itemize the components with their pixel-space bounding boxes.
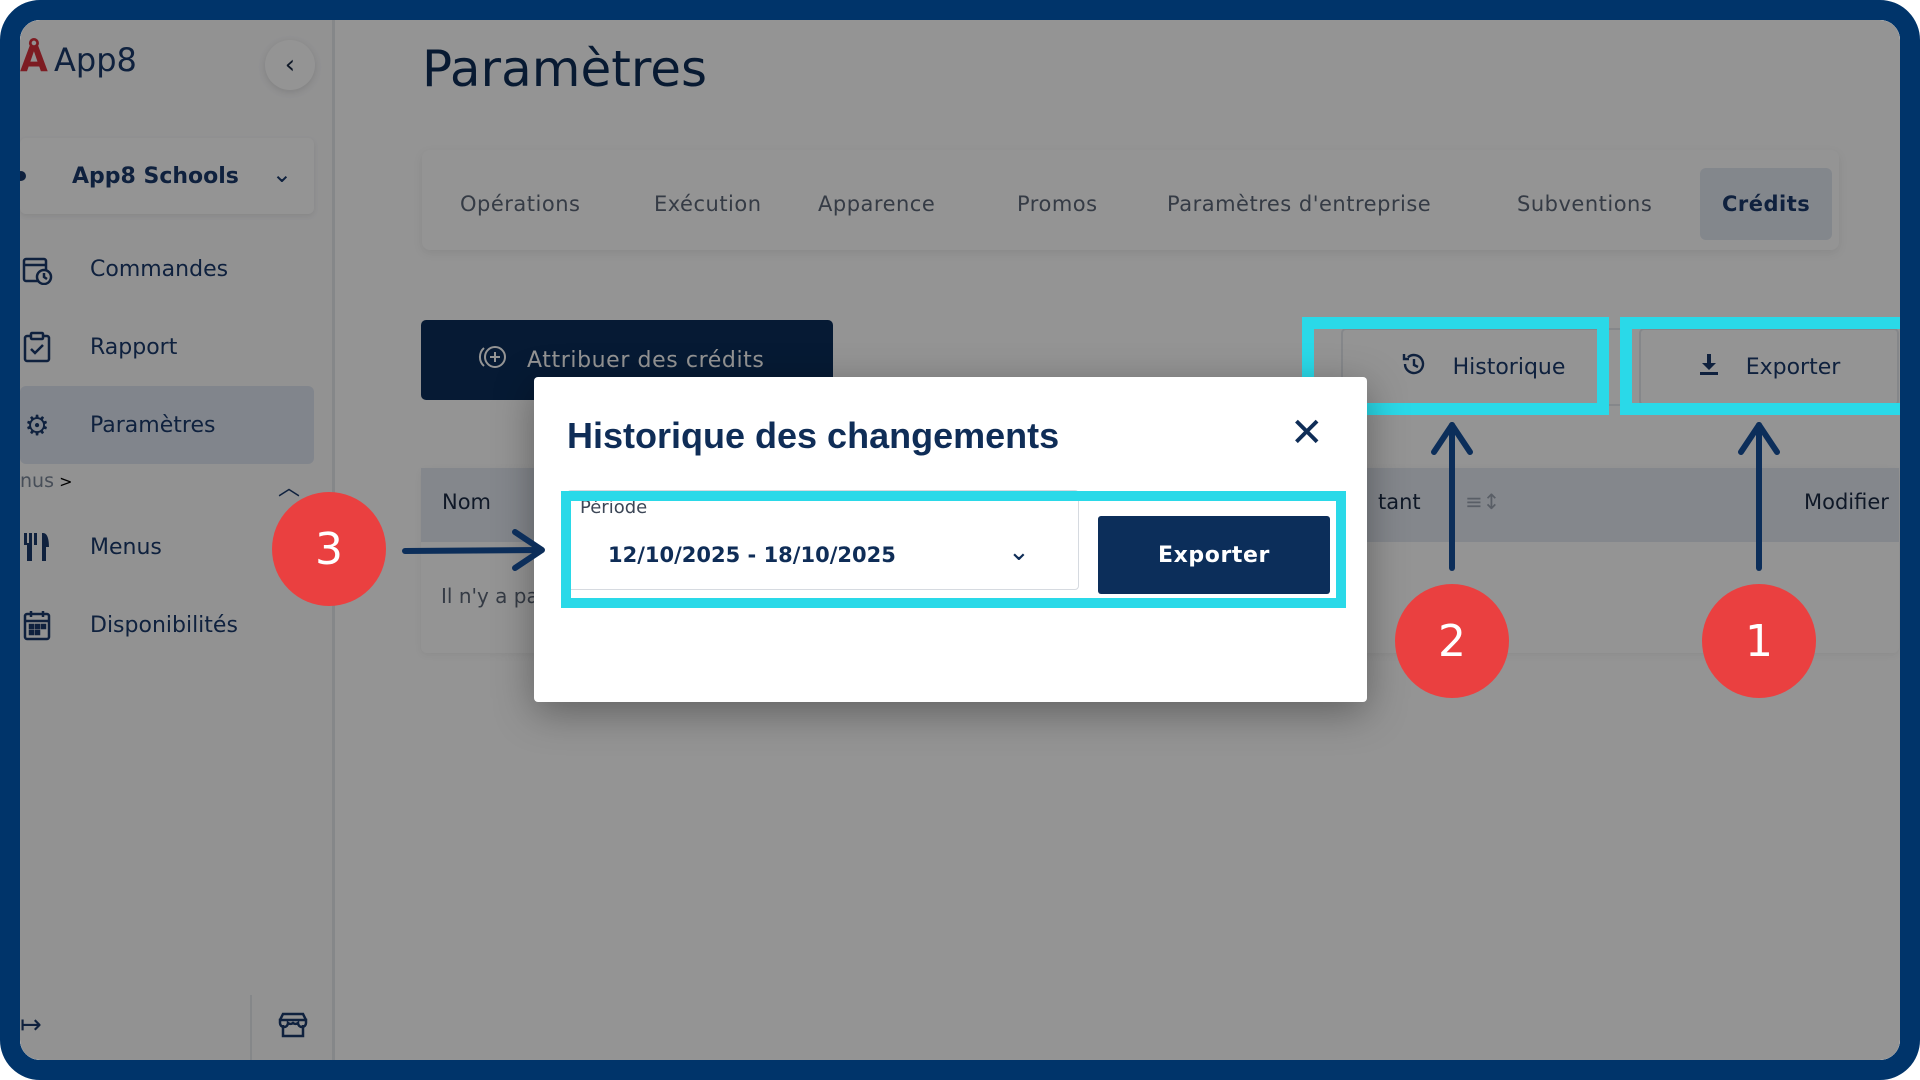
annotation-marker-2: 2 [1395, 584, 1509, 698]
screenshot-frame: Å App8 ‹ App8 Schools ⌄ Commandes Rappor… [0, 0, 1920, 1080]
arrow-3-shaft [402, 547, 543, 554]
annotation-marker-1: 1 [1702, 584, 1816, 698]
app-window: Å App8 ‹ App8 Schools ⌄ Commandes Rappor… [20, 20, 1900, 1060]
annotation-marker-3: 3 [272, 492, 386, 606]
